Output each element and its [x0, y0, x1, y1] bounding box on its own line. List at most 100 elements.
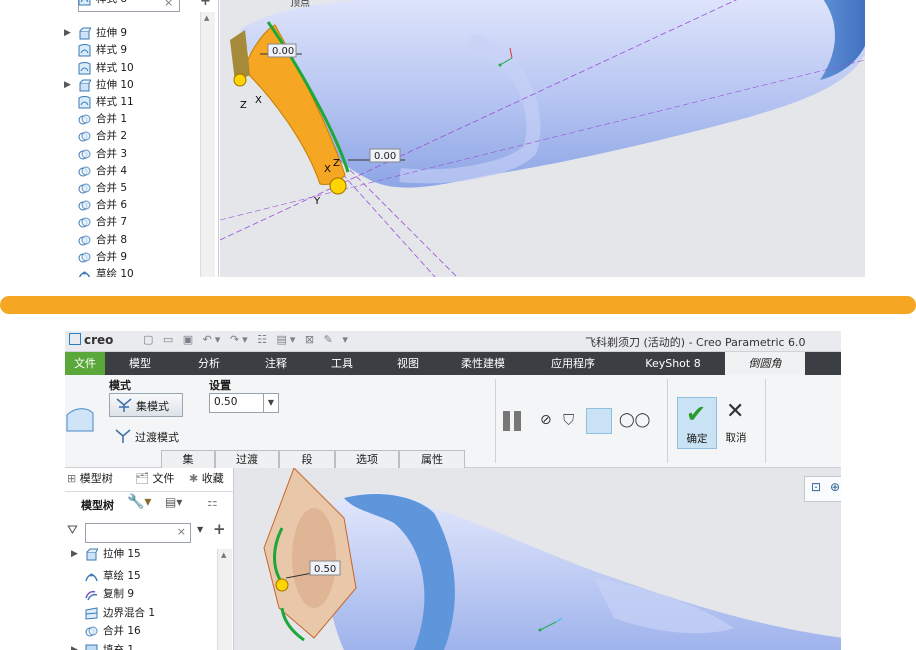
- tree-tab[interactable]: ⊞ 模型树: [67, 468, 113, 490]
- tree-item-label: 样式 10: [96, 61, 134, 74]
- tree-scrollbar[interactable]: ▲: [200, 12, 215, 277]
- expand-arrow-icon[interactable]: ▶: [71, 641, 78, 650]
- ribbon-subtab[interactable]: 段: [279, 450, 335, 468]
- tree-item-label: 样式 11: [96, 96, 134, 108]
- transition-mode-button[interactable]: 过渡模式: [109, 425, 219, 447]
- mode-group-label: 模式: [109, 379, 131, 392]
- tree-item-label: 草绘 10: [96, 268, 134, 277]
- tree-item-label: 合并 1: [96, 113, 128, 126]
- merge-icon: [78, 130, 91, 143]
- graphics-viewport[interactable]: 0.00 0.00 顶点 Z X Z X Y: [219, 0, 865, 277]
- filter-icon[interactable]: ⛛: [67, 523, 78, 538]
- hierarchy-icon: ⊞: [67, 472, 80, 485]
- verify-icon[interactable]: [586, 408, 612, 434]
- boundary-blend-icon: [85, 606, 98, 620]
- tree-tab[interactable]: ✱ 收藏: [189, 468, 224, 490]
- ribbon-panel: 模式 集模式 过渡模式 设置 0.50 ▼ 集过渡段选项 属性 ⊘ ⛉ ◯◯ ✔ …: [65, 375, 841, 468]
- folder-icon: 🗂: [135, 472, 153, 485]
- expand-arrow-icon[interactable]: ▶: [64, 77, 71, 94]
- tab-3[interactable]: 注释: [243, 352, 309, 375]
- add-filter-icon[interactable]: +: [200, 0, 211, 9]
- tree-tab-label: 收藏: [201, 472, 224, 485]
- scroll-up-icon[interactable]: ▲: [204, 14, 209, 22]
- cancel-button[interactable]: ✕ 取消: [717, 397, 755, 447]
- style-icon: [78, 61, 91, 75]
- fill-icon: [85, 644, 98, 650]
- tab-2[interactable]: 分析: [175, 352, 243, 375]
- glasses-icon[interactable]: ◯◯: [619, 412, 650, 428]
- tree-item-label: 合并 8: [96, 233, 128, 246]
- merge-icon: [78, 165, 91, 178]
- chevron-down-icon[interactable]: ▼: [263, 394, 278, 412]
- search-clear-icon[interactable]: ×: [164, 0, 173, 9]
- model-tree-panel: × + 样式 8 ▶ 拉伸 9 样式 9 样式 10 ▶ 拉伸 10 样式 11 合并 1 合并 …: [48, 0, 219, 277]
- tree-item-label: 样式 9: [96, 44, 128, 57]
- creo-logo: creo: [69, 333, 113, 347]
- tab-7[interactable]: 应用程序: [525, 352, 621, 375]
- dim-value-1[interactable]: 0.00: [272, 46, 294, 57]
- tab-0[interactable]: 文件: [65, 352, 105, 375]
- tree-item-label: 边界混合 1: [103, 606, 156, 619]
- no-preview-icon[interactable]: ⊘: [540, 412, 552, 428]
- expand-arrow-icon[interactable]: ▶: [71, 545, 78, 563]
- model-tree-panel: ⊞ 模型树 🗂 文件 ✱ 收藏 模型树 🔧▾ ▤▾ ⚏ ⛛ × ▼ + ▶ 拉伸 15…: [65, 468, 234, 650]
- axis-x-label: X: [255, 95, 262, 106]
- tree-item-label: 拉伸 9: [96, 27, 128, 40]
- ribbon-subtab[interactable]: 属性: [399, 450, 465, 468]
- preview-geometry-icon[interactable]: ⛉: [563, 411, 574, 429]
- confirm-button[interactable]: ✔ 确定: [677, 397, 717, 449]
- merge-icon: [78, 113, 91, 126]
- merge-icon: [78, 199, 91, 212]
- drag-handle[interactable]: [233, 73, 247, 87]
- style-icon: [78, 0, 91, 6]
- ribbon-subtab[interactable]: 过渡: [215, 450, 279, 468]
- ribbon-subtab[interactable]: 集: [161, 450, 215, 468]
- graphics-toolbar: ⊡⊕⊖◪◗◻◰▣◔: [804, 476, 841, 502]
- tree-tools-icon[interactable]: 🔧▾: [127, 494, 151, 510]
- expand-arrow-icon[interactable]: ▶: [64, 25, 71, 42]
- style-icon: [78, 96, 91, 109]
- tab-6[interactable]: 柔性建模: [441, 352, 525, 375]
- window-title: 飞科剃须刀 (活动的) - Creo Parametric 6.0: [585, 336, 806, 349]
- merge-icon: [78, 216, 91, 229]
- model-view-top: 0.00 0.00 顶点 Z X Z X Y: [219, 0, 865, 277]
- drag-handle[interactable]: [329, 177, 347, 195]
- settings-group-label: 设置: [209, 379, 231, 392]
- tree-filter-icon[interactable]: ⚏: [207, 495, 218, 509]
- tab-4[interactable]: 工具: [309, 352, 375, 375]
- tree-tab[interactable]: 🗂 文件: [135, 468, 174, 490]
- pause-icon[interactable]: [503, 411, 523, 433]
- scroll-up-icon[interactable]: ▲: [221, 551, 226, 559]
- tree-settings-icon[interactable]: ▤▾: [165, 495, 182, 509]
- sketch-icon: [78, 268, 91, 277]
- set-mode-button[interactable]: 集模式: [109, 393, 183, 417]
- dim-value-2[interactable]: 0.00: [374, 151, 396, 162]
- axis-y-label: Y: [313, 196, 321, 207]
- tree-scrollbar[interactable]: ▲: [217, 549, 232, 650]
- tree-item-label: 合并 3: [96, 147, 128, 160]
- tab-1[interactable]: 模型: [105, 352, 175, 375]
- ribbon-tabs: 文件 模型 分析 注释 工具 视图 柔性建模 应用程序 KeyShot 8 倒圆角: [65, 352, 841, 375]
- tab-9[interactable]: 倒圆角: [725, 352, 805, 375]
- tree-item-label: 合并 6: [96, 199, 128, 212]
- ribbon-subtab[interactable]: 选项: [335, 450, 399, 468]
- extrude-icon: [78, 27, 92, 40]
- axis-z-label: Z: [240, 100, 247, 111]
- tree-search-input[interactable]: ×: [85, 523, 191, 543]
- search-clear-icon[interactable]: ×: [177, 525, 186, 538]
- chevron-down-icon[interactable]: ▼: [197, 525, 203, 534]
- dim-value[interactable]: 0.50: [314, 564, 336, 575]
- add-filter-icon[interactable]: +: [213, 520, 226, 538]
- radius-select[interactable]: 0.50 ▼: [209, 393, 279, 413]
- tab-5[interactable]: 视图: [375, 352, 441, 375]
- graphics-viewport[interactable]: 0.50 ⊡⊕⊖◪◗◻◰▣◔: [234, 467, 841, 650]
- tree-item-label: 草绘 15: [103, 569, 141, 582]
- graphics-toolbar-icons[interactable]: ⊡⊕⊖◪◗◻◰▣◔: [811, 480, 841, 494]
- tab-8[interactable]: KeyShot 8: [621, 352, 725, 375]
- merge-icon: [78, 148, 91, 161]
- drag-handle[interactable]: [275, 578, 289, 592]
- sketch-icon: [85, 570, 98, 583]
- quick-access-toolbar[interactable]: ▢ ▭ ▣ ↶▾ ↷▾ ☷ ▤▾ ⊠ ✎ ▾: [143, 333, 351, 346]
- merge-icon: [85, 625, 98, 638]
- favorites-icon: ✱: [189, 472, 202, 485]
